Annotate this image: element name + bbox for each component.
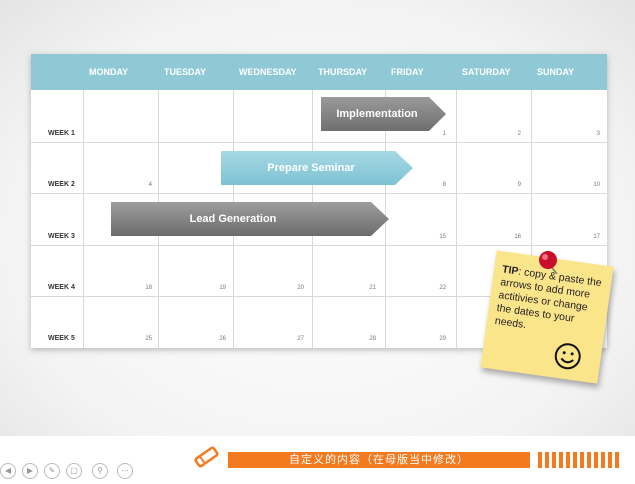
calendar-header: MONDAY TUESDAY WEDNESDAY THURSDAY FRIDAY… bbox=[31, 54, 607, 90]
week-label: WEEK 1 bbox=[48, 130, 75, 137]
week-label: WEEK 2 bbox=[48, 181, 75, 188]
date-cell: 25 bbox=[145, 336, 152, 342]
date-cell: 27 bbox=[297, 336, 304, 342]
date-cell: 10 bbox=[593, 182, 600, 188]
footer-stripes bbox=[538, 452, 622, 473]
week-label: WEEK 4 bbox=[48, 284, 75, 291]
prev-icon[interactable]: ◀ bbox=[0, 463, 16, 479]
footer-text: 自定义的内容（在母版当中修改） bbox=[289, 454, 469, 466]
day-monday: MONDAY bbox=[89, 67, 129, 77]
day-wednesday: WEDNESDAY bbox=[239, 67, 297, 77]
zoom-icon[interactable]: ⚲ bbox=[92, 463, 108, 479]
pen-icon[interactable]: ✎ bbox=[44, 463, 60, 479]
lead-generation-arrow[interactable]: Lead Generation bbox=[111, 202, 389, 236]
slides-icon[interactable]: ▢ bbox=[66, 463, 82, 479]
date-cell: 26 bbox=[219, 336, 226, 342]
grid-line bbox=[31, 193, 607, 194]
date-cell: 2 bbox=[517, 131, 521, 137]
date-cell: 19 bbox=[219, 285, 226, 291]
pushpin-icon bbox=[539, 251, 558, 274]
day-thursday: THURSDAY bbox=[318, 67, 368, 77]
tip-text: TIP: copy & paste the arrows to add more… bbox=[494, 263, 606, 342]
day-sunday: SUNDAY bbox=[537, 67, 575, 77]
week-label: WEEK 3 bbox=[48, 233, 75, 240]
grid-line bbox=[31, 245, 607, 246]
date-cell: 22 bbox=[439, 285, 446, 291]
date-cell: 1 bbox=[442, 131, 446, 137]
arrow-label: Lead Generation bbox=[189, 213, 277, 225]
date-cell: 28 bbox=[369, 336, 376, 342]
arrow-label: Implementation bbox=[336, 108, 418, 120]
day-saturday: SATURDAY bbox=[462, 67, 511, 77]
date-cell: 3 bbox=[596, 131, 600, 137]
date-cell: 21 bbox=[369, 285, 376, 291]
next-icon[interactable]: ▶ bbox=[22, 463, 38, 479]
date-cell: 18 bbox=[145, 285, 152, 291]
grid-line bbox=[83, 90, 84, 348]
smiley-icon bbox=[554, 343, 581, 370]
day-friday: FRIDAY bbox=[391, 67, 424, 77]
grid-line bbox=[456, 90, 457, 348]
grid-line bbox=[31, 142, 607, 143]
date-cell: 15 bbox=[439, 234, 446, 240]
date-cell: 8 bbox=[442, 182, 446, 188]
more-icon[interactable]: ⋯ bbox=[117, 463, 133, 479]
week-label: WEEK 5 bbox=[48, 335, 75, 342]
date-cell: 16 bbox=[514, 234, 521, 240]
date-cell: 29 bbox=[439, 336, 446, 342]
date-cell: 9 bbox=[517, 182, 521, 188]
date-cell: 17 bbox=[593, 234, 600, 240]
date-cell: 20 bbox=[297, 285, 304, 291]
arrow-label: Prepare Seminar bbox=[267, 162, 355, 174]
date-cell: 4 bbox=[148, 182, 152, 188]
pencil-icon bbox=[194, 446, 219, 468]
day-tuesday: TUESDAY bbox=[164, 67, 207, 77]
prepare-seminar-arrow[interactable]: Prepare Seminar bbox=[221, 151, 413, 185]
implementation-arrow[interactable]: Implementation bbox=[321, 97, 446, 131]
slide-background: MONDAY TUESDAY WEDNESDAY THURSDAY FRIDAY… bbox=[0, 0, 635, 436]
